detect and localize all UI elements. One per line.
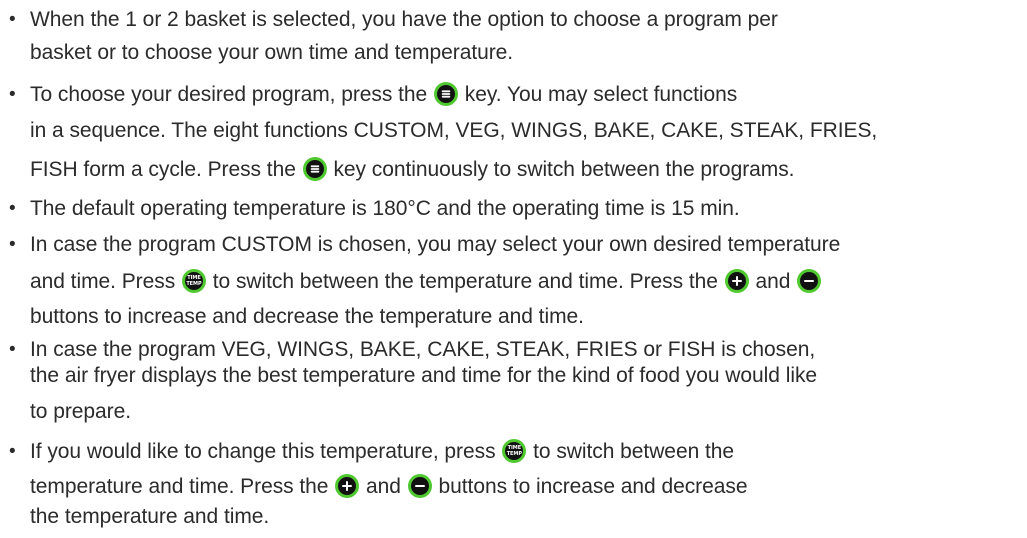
list-item: The default operating temperature is 180… <box>9 195 740 223</box>
list-item: When the 1 or 2 basket is selected, you … <box>9 6 778 34</box>
list-item-continuation: temperature and time. Press the and butt… <box>30 474 748 498</box>
time-temp-icon: TIME TEMP <box>502 439 527 463</box>
plus-icon <box>335 474 360 498</box>
list-item: In case the program CUSTOM is chosen, yo… <box>9 231 840 259</box>
list-item-continuation: FISH form a cycle. Press the key continu… <box>30 157 795 181</box>
menu-icon <box>302 157 327 181</box>
list-item: If you would like to change this tempera… <box>9 438 734 466</box>
list-item-continuation: and time. Press TIME TEMP to switch betwe… <box>30 268 822 296</box>
list-item-continuation: basket or to choose your own time and te… <box>30 41 514 64</box>
list-item-continuation: buttons to increase and decrease the tem… <box>30 305 584 328</box>
list-item-continuation: the air fryer displays the best temperat… <box>30 364 818 387</box>
list-item-continuation: to prepare. <box>30 400 132 423</box>
list-item: In case the program VEG, WINGS, BAKE, CA… <box>9 336 815 364</box>
menu-icon <box>433 82 458 106</box>
plus-icon <box>724 269 749 293</box>
minus-icon <box>407 474 432 498</box>
list-item-continuation: the temperature and time. <box>30 505 270 528</box>
time-temp-icon: TIME TEMP <box>181 269 206 293</box>
minus-icon <box>797 269 822 293</box>
list-item: To choose your desired program, press th… <box>9 81 737 109</box>
list-item-continuation: in a sequence. The eight functions CUSTO… <box>30 119 878 142</box>
